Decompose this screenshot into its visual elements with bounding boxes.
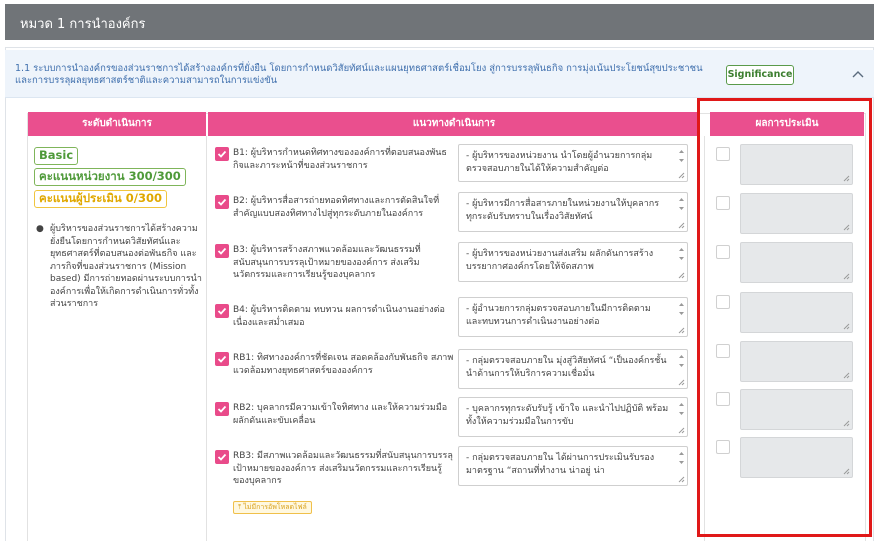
no-upload-file-button[interactable]: ⤒ ไม่มีการอัพโหลดไฟล์ xyxy=(233,501,312,514)
evaluation-checkbox[interactable] xyxy=(716,440,730,454)
criterion-label: B2: ผู้บริหารสื่อสารถ่ายทอดทิศทางและการต… xyxy=(233,196,440,219)
resize-grip-icon[interactable] xyxy=(843,420,850,427)
scroll-arrows-icon[interactable] xyxy=(678,302,685,316)
checkbox-checked-icon[interactable] xyxy=(215,402,229,416)
checkbox-checked-icon[interactable] xyxy=(215,147,229,161)
resize-grip-icon[interactable] xyxy=(843,468,850,475)
criterion-b3[interactable]: B3: ผู้บริหารสร้างสภาพแวดล้อมและวัฒนธรรม… xyxy=(215,244,455,282)
criterion-label: RB2: บุคลากรมีความเข้าใจทิศทาง และให้ควา… xyxy=(233,403,448,426)
criterion-b1[interactable]: B1: ผู้บริหารกำหนดทิศทางขององค์การที่ตอบ… xyxy=(215,147,455,172)
column-header-level: ระดับดำเนินการ xyxy=(28,112,206,136)
column-divider xyxy=(206,136,207,541)
criterion-label: RB1: ทิศทางองค์การที่ชัดเจน สอดคล้องกับพ… xyxy=(233,353,454,376)
category-title: หมวด 1 การนำองค์กร xyxy=(20,17,146,32)
evaluation-textarea[interactable] xyxy=(740,437,853,478)
evaluation-checkbox[interactable] xyxy=(716,295,730,309)
evaluation-checkbox[interactable] xyxy=(716,147,730,161)
scroll-arrows-icon[interactable] xyxy=(678,451,685,465)
column-divider xyxy=(704,136,705,541)
checkbox-checked-icon[interactable] xyxy=(215,195,229,209)
criterion-note-rb1[interactable]: - กลุ่มตรวจสอบภายใน มุ่งสู่วิสัยทัศน์ “เ… xyxy=(458,349,688,389)
evaluation-textarea[interactable] xyxy=(740,193,853,234)
significance-button[interactable]: Significance xyxy=(726,65,794,85)
criterion-b4[interactable]: B4: ผู้บริหารติดตาม ทบทวน ผลการดำเนินงาน… xyxy=(215,304,455,329)
criterion-label: B1: ผู้บริหารกำหนดทิศทางขององค์การที่ตอบ… xyxy=(233,148,447,171)
level-badge: Basic xyxy=(34,147,79,165)
evaluation-checkbox[interactable] xyxy=(716,196,730,210)
scroll-arrows-icon[interactable] xyxy=(678,402,685,416)
resize-grip-icon[interactable] xyxy=(678,327,685,334)
criterion-note-b1[interactable]: - ผู้บริหารของหน่วยงาน นำโดยผู้อำนวยการก… xyxy=(458,144,688,182)
criterion-note-b3[interactable]: - ผู้บริหารของหน่วยงานส่งเสริม ผลักดันกา… xyxy=(458,242,688,282)
resize-grip-icon[interactable] xyxy=(678,427,685,434)
resize-grip-icon[interactable] xyxy=(843,175,850,182)
column-header-guidelines: แนวทางดำเนินการ xyxy=(208,112,700,136)
checkbox-checked-icon[interactable] xyxy=(215,244,229,258)
section-header[interactable]: 1.1 ระบบการนำองค์กรของส่วนราชการได้สร้าง… xyxy=(5,50,874,98)
resize-grip-icon[interactable] xyxy=(678,222,685,229)
criterion-label: B4: ผู้บริหารติดตาม ทบทวน ผลการดำเนินงาน… xyxy=(233,305,445,328)
checkbox-checked-icon[interactable] xyxy=(215,304,229,318)
evaluation-textarea[interactable] xyxy=(740,242,853,283)
resize-grip-icon[interactable] xyxy=(843,224,850,231)
criterion-note-rb3[interactable]: - กลุ่มตรวจสอบภายใน ได้ผ่านการประเมินรับ… xyxy=(458,446,688,486)
scroll-arrows-icon[interactable] xyxy=(678,354,685,368)
checkbox-checked-icon[interactable] xyxy=(215,450,229,464)
evaluation-textarea[interactable] xyxy=(740,292,853,333)
evaluation-checkbox[interactable] xyxy=(716,344,730,358)
resize-grip-icon[interactable] xyxy=(843,323,850,330)
evaluation-checkbox[interactable] xyxy=(716,245,730,259)
scroll-arrows-icon[interactable] xyxy=(678,149,685,163)
evaluation-textarea[interactable] xyxy=(740,144,853,185)
resize-grip-icon[interactable] xyxy=(843,273,850,280)
column-header-evaluation: ผลการประเมิน xyxy=(710,112,864,136)
evaluation-checkbox[interactable] xyxy=(716,392,730,406)
criterion-note-rb2[interactable]: - บุคลากรทุกระดับรับรู้ เข้าใจ และนำไปปฏ… xyxy=(458,397,688,437)
evaluation-textarea[interactable] xyxy=(740,341,853,382)
resize-grip-icon[interactable] xyxy=(843,372,850,379)
category-header-bar: หมวด 1 การนำองค์กร xyxy=(5,4,874,40)
resize-grip-icon[interactable] xyxy=(678,172,685,179)
criterion-note-b2[interactable]: - ผู้บริหารมีการสื่อสารภายในหน่วยงานให้บ… xyxy=(458,192,688,232)
criterion-label: RB3: มีสภาพแวดล้อมและวัฒนธรรมที่สนับสนุน… xyxy=(233,451,453,486)
criterion-rb1[interactable]: RB1: ทิศทางองค์การที่ชัดเจน สอดคล้องกับพ… xyxy=(215,352,455,377)
bullet-icon: ● xyxy=(36,224,44,234)
upload-icon: ⤒ xyxy=(238,503,242,511)
checkbox-checked-icon[interactable] xyxy=(215,352,229,366)
agency-score-badge: คะแนนหน่วยงาน 300/300 xyxy=(34,168,186,186)
criterion-b2[interactable]: B2: ผู้บริหารสื่อสารถ่ายทอดทิศทางและการต… xyxy=(215,195,455,220)
assessor-score-badge: คะแนนผู้ประเมิน 0/300 xyxy=(34,190,167,208)
criterion-label: B3: ผู้บริหารสร้างสภาพแวดล้อมและวัฒนธรรม… xyxy=(233,245,421,280)
resize-grip-icon[interactable] xyxy=(678,379,685,386)
criterion-note-b4[interactable]: - ผู้อำนวยการกลุ่มตรวจสอบภายในมีการติดตา… xyxy=(458,297,688,337)
resize-grip-icon[interactable] xyxy=(678,272,685,279)
evaluation-textarea[interactable] xyxy=(740,389,853,430)
scroll-arrows-icon[interactable] xyxy=(678,247,685,261)
criterion-rb2[interactable]: RB2: บุคลากรมีความเข้าใจทิศทาง และให้ควา… xyxy=(215,402,455,427)
scroll-arrows-icon[interactable] xyxy=(678,197,685,211)
level-description: ● ผู้บริหารของส่วนราชการได้สร้างความยั่ง… xyxy=(36,224,202,309)
criterion-rb3[interactable]: RB3: มีสภาพแวดล้อมและวัฒนธรรมที่สนับสนุน… xyxy=(215,450,455,488)
resize-grip-icon[interactable] xyxy=(678,476,685,483)
chevron-up-icon[interactable] xyxy=(850,66,866,82)
section-title: 1.1 ระบบการนำองค์กรของส่วนราชการได้สร้าง… xyxy=(15,63,703,86)
